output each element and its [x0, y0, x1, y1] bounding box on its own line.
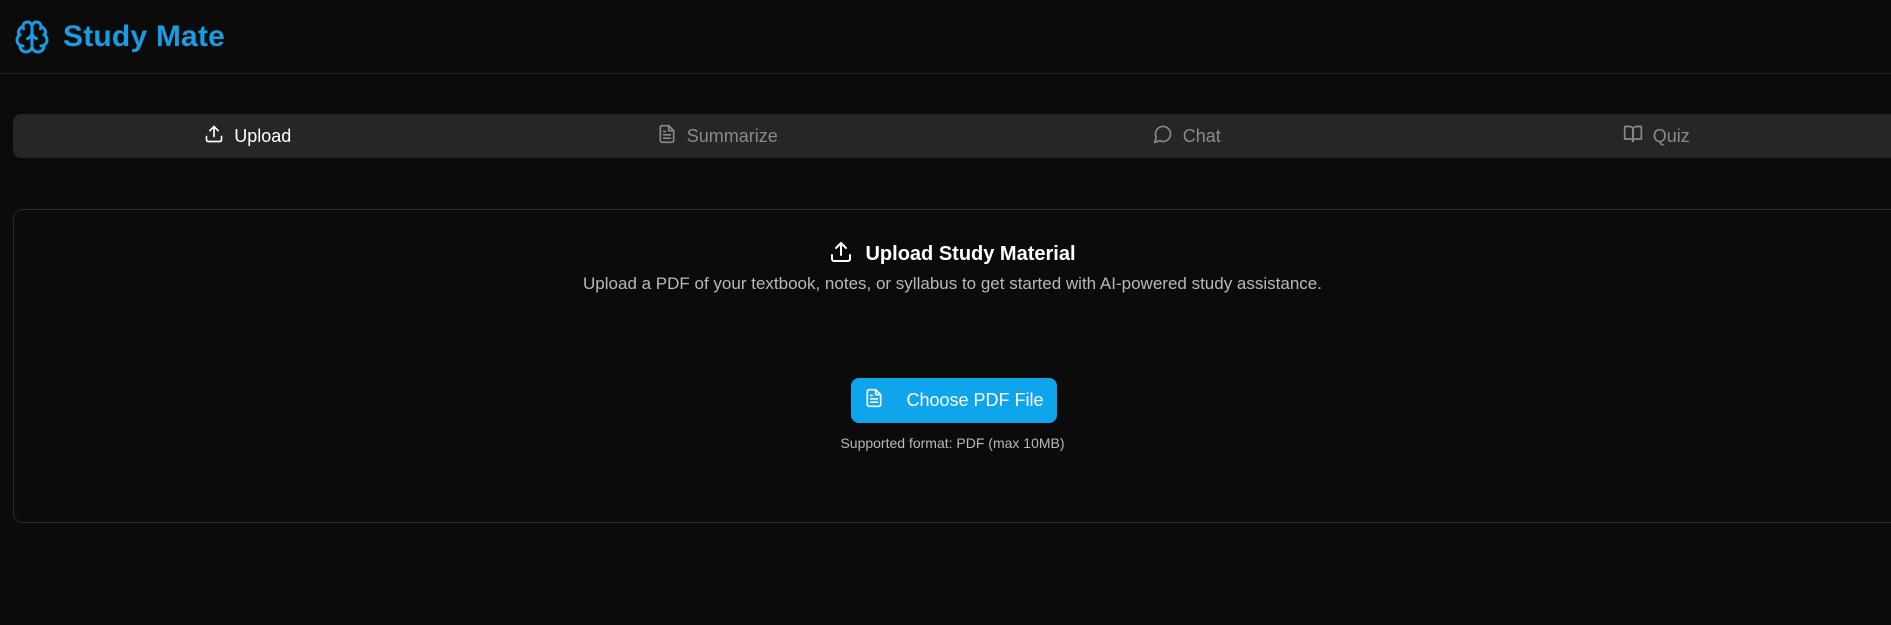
- choose-pdf-label: Choose PDF File: [906, 390, 1044, 410]
- card-title: Upload Study Material: [865, 243, 1076, 265]
- tab-label: Chat: [1182, 125, 1221, 146]
- tab-label: Upload: [234, 125, 292, 146]
- upload-card: Upload Study Material Upload a PDF of yo…: [13, 209, 1891, 523]
- supported-format-note: Supported format: PDF (max 10MB): [840, 435, 1065, 451]
- book-open-icon: [1623, 124, 1643, 149]
- choose-pdf-button[interactable]: Choose PDF File: [851, 378, 1057, 423]
- tab-chat[interactable]: Chat: [952, 114, 1422, 158]
- upload-icon: [829, 240, 853, 269]
- file-text-icon: [657, 124, 677, 149]
- brain-icon: [13, 18, 51, 56]
- card-description: Upload a PDF of your textbook, notes, or…: [583, 274, 1322, 293]
- tab-summarize[interactable]: Summarize: [483, 114, 953, 158]
- message-circle-icon: [1153, 124, 1173, 149]
- app-header: Study Mate: [0, 0, 1891, 74]
- tab-upload[interactable]: Upload: [13, 114, 483, 158]
- card-header: Upload Study Material: [14, 240, 1891, 269]
- tab-label: Quiz: [1652, 125, 1690, 146]
- file-text-icon: [864, 388, 884, 413]
- tab-quiz[interactable]: Quiz: [1422, 114, 1891, 158]
- tab-label: Summarize: [686, 125, 778, 146]
- tab-bar: Upload Summarize Chat Quiz: [13, 114, 1891, 158]
- app-title: Study Mate: [63, 19, 226, 53]
- upload-icon: [204, 124, 224, 149]
